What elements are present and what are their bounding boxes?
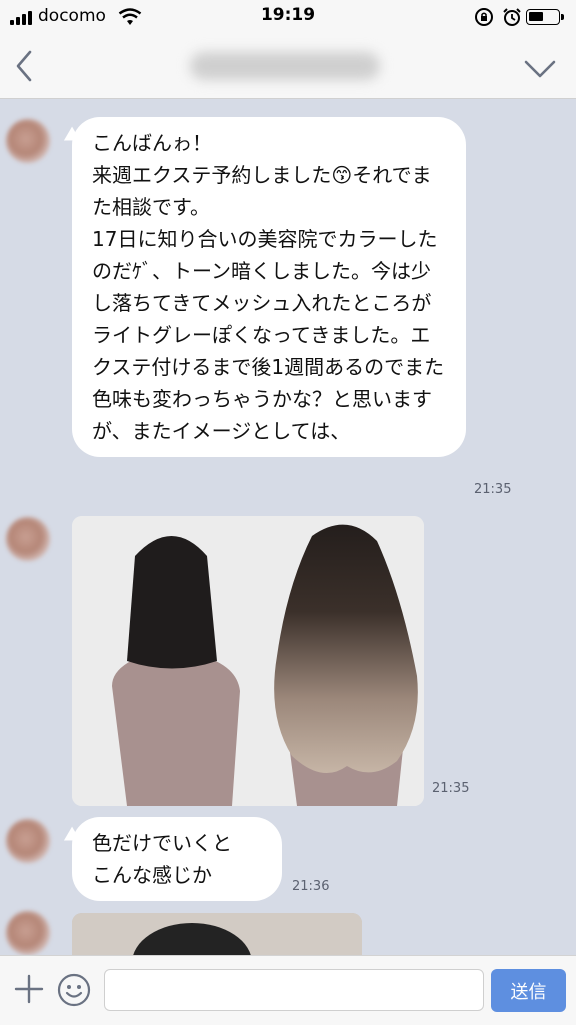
avatar[interactable] bbox=[6, 517, 50, 561]
photo-message[interactable] bbox=[72, 516, 424, 806]
avatar[interactable] bbox=[6, 819, 50, 863]
message-input[interactable] bbox=[104, 969, 484, 1011]
send-button[interactable]: 送信 bbox=[491, 969, 566, 1012]
plus-icon[interactable] bbox=[14, 974, 44, 1004]
bubble-tail bbox=[59, 826, 81, 848]
status-bar: docomo 19:19 bbox=[0, 0, 576, 34]
avatar[interactable] bbox=[6, 911, 50, 955]
chevron-down-icon[interactable] bbox=[522, 52, 558, 82]
message-bubble[interactable]: 色だけでいくと こんな感じか bbox=[59, 817, 282, 901]
chat-header bbox=[0, 34, 576, 99]
message-text: 色だけでいくと こんな感じか bbox=[92, 831, 232, 887]
message-time: 21:36 bbox=[292, 879, 330, 894]
avatar[interactable] bbox=[6, 119, 50, 163]
message-text: こんばんゎ！ 来週エクステ予約しました😙それでまた相談です。 17日に知り合いの… bbox=[92, 131, 445, 443]
message-composer: 送信 bbox=[0, 955, 576, 1025]
back-icon[interactable] bbox=[10, 48, 40, 84]
bubble-tail bbox=[59, 126, 81, 148]
battery-icon bbox=[526, 9, 564, 25]
message-time: 21:35 bbox=[432, 781, 470, 796]
alarm-icon bbox=[503, 8, 521, 26]
rotation-lock-icon bbox=[475, 8, 493, 26]
message-bubble[interactable]: こんばんゎ！ 来週エクステ予約しました😙それでまた相談です。 17日に知り合いの… bbox=[59, 117, 466, 457]
chat-title bbox=[190, 52, 380, 80]
chat-area[interactable]: こんばんゎ！ 来週エクステ予約しました😙それでまた相談です。 17日に知り合いの… bbox=[0, 99, 576, 955]
message-time: 21:35 bbox=[474, 482, 512, 497]
hair-photo-image bbox=[72, 516, 424, 806]
hair-photo-image bbox=[72, 913, 362, 955]
emoji-icon[interactable] bbox=[56, 972, 92, 1008]
photo-message-partial[interactable] bbox=[72, 913, 362, 955]
